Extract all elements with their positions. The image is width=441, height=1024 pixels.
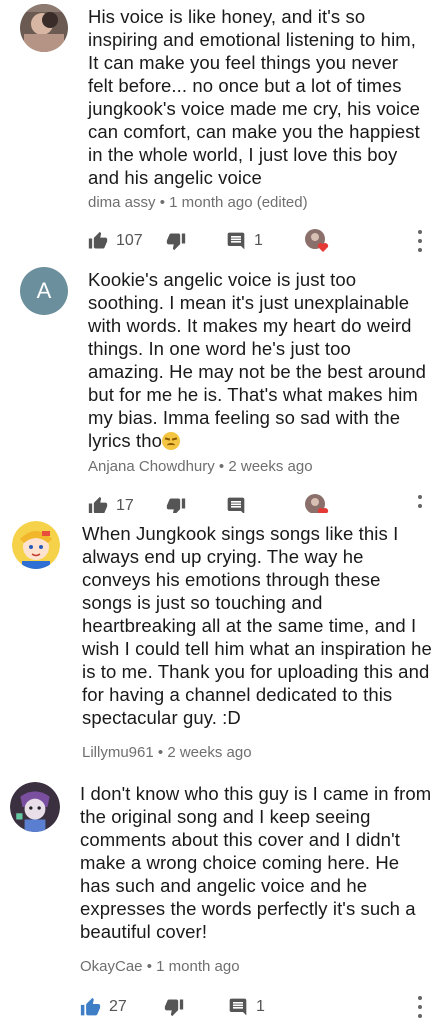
comment-text: When Jungkook sings songs like this I al… [82,523,432,728]
dislike-button[interactable] [166,491,186,513]
timestamp: 1 month ago [156,958,240,975]
author-name[interactable]: Anjana Chowdhury [88,458,215,475]
thumbs-down-icon [166,498,186,513]
timestamp: 2 weeks ago [228,458,313,475]
like-count: 17 [116,497,134,513]
disappointed-emoji-icon [162,432,180,450]
reply-button[interactable] [226,491,246,513]
like-button[interactable]: 107 [88,226,143,256]
timestamp: 2 weeks ago [167,744,252,761]
more-options-icon[interactable] [417,996,423,1018]
thumbs-up-icon [80,997,101,1015]
reply-count: 1 [256,998,265,1015]
author-name[interactable]: dima assy [88,194,156,211]
more-options-icon[interactable] [417,495,423,513]
reply-button[interactable]: 1 [226,226,263,256]
author-name[interactable]: Lillymu961 [82,744,154,761]
comment-actions: 17 [0,491,441,513]
comment-text: His voice is like honey, and it's so ins… [88,6,421,188]
comment-meta: dima assy • 1 month ago (edited) [88,194,308,211]
creator-heart-icon [305,229,329,252]
reply-comment-icon [229,998,247,1016]
like-button[interactable]: 27 [80,992,127,1022]
like-count: 107 [116,232,143,249]
dislike-button[interactable] [164,992,184,1022]
like-count: 27 [109,998,127,1015]
avatar[interactable] [20,4,68,52]
avatar[interactable] [10,782,60,832]
creator-heart [304,493,330,513]
thumbs-down-icon [164,999,184,1017]
comment-text: I don't know who this guy is I came in f… [80,783,432,942]
creator-heart [304,228,330,254]
timestamp: 1 month ago (edited) [169,194,308,211]
thumbs-up-icon [88,231,108,249]
comment-meta: Lillymu961 • 2 weeks ago [82,744,252,761]
reply-count: 1 [254,232,263,249]
comment-actions: 27 1 [0,992,441,1022]
creator-heart-icon [305,494,329,513]
thumbs-up-icon [88,496,108,513]
avatar[interactable]: A [20,267,68,315]
reply-comment-icon [227,232,245,250]
thumbs-down-icon [166,233,186,251]
like-button[interactable]: 17 [88,491,134,513]
dislike-button[interactable] [166,226,186,256]
comment-meta: OkayCae • 1 month ago [80,958,240,975]
comment-meta: Anjana Chowdhury • 2 weeks ago [88,458,313,475]
comment-actions: 107 1 [0,226,441,256]
reply-comment-icon [227,497,245,513]
author-name[interactable]: OkayCae [80,958,143,975]
reply-button[interactable]: 1 [228,992,265,1022]
avatar[interactable] [12,521,60,569]
more-options-icon[interactable] [417,230,423,252]
comment-text: Kookie's angelic voice is just too sooth… [88,269,427,451]
